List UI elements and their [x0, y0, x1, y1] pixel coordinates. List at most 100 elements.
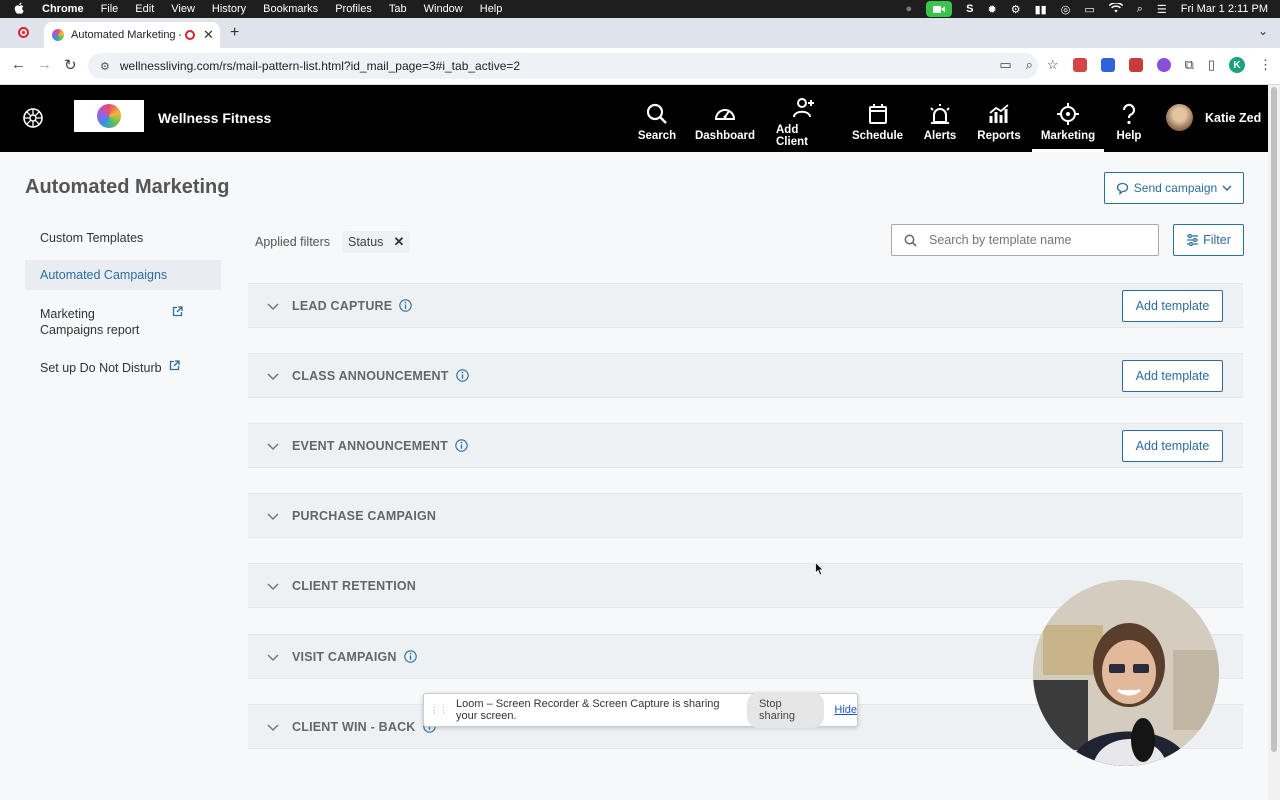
- nav-schedule-label: Schedule: [851, 129, 904, 142]
- brand-logo[interactable]: [74, 100, 144, 132]
- chevron-down-icon[interactable]: [266, 439, 280, 453]
- info-icon[interactable]: [403, 649, 417, 663]
- zoom-icon[interactable]: ⌕: [1026, 57, 1033, 73]
- nav-add-client[interactable]: Add Client: [776, 85, 831, 152]
- extension-3-icon[interactable]: [1128, 58, 1143, 72]
- menu-file[interactable]: File: [101, 3, 119, 15]
- chevron-down-icon[interactable]: [266, 579, 280, 593]
- battery-icon[interactable]: ▭: [1084, 3, 1094, 16]
- page-scrollbar[interactable]: [1268, 85, 1280, 800]
- hide-link[interactable]: Hide: [834, 704, 857, 716]
- address-bar[interactable]: ⚙ wellnessliving.com/rs/mail-pattern-lis…: [88, 53, 1038, 79]
- browser-toolbar: ← → ↻ ⚙ wellnessliving.com/rs/mail-patte…: [0, 48, 1280, 85]
- menu-tab[interactable]: Tab: [389, 3, 407, 15]
- chevron-down-icon[interactable]: [266, 720, 280, 734]
- extension-2-icon[interactable]: [1100, 58, 1115, 72]
- site-settings-icon[interactable]: ⚙: [100, 60, 110, 73]
- chevron-down-icon[interactable]: [266, 509, 280, 523]
- extension-1-icon[interactable]: [1072, 58, 1087, 72]
- nav-marketing[interactable]: Marketing: [1032, 85, 1104, 152]
- bookmark-star-icon[interactable]: ☆: [1047, 57, 1059, 73]
- airdrop-icon[interactable]: ◎: [1061, 3, 1071, 16]
- spotlight-search-icon[interactable]: ⌕: [1137, 3, 1143, 16]
- browser-menu-icon[interactable]: ⋮: [1259, 57, 1272, 73]
- sidebar-item-custom-templates[interactable]: Custom Templates: [25, 224, 221, 252]
- nav-marketing-label: Marketing: [1040, 129, 1096, 142]
- menu-view[interactable]: View: [171, 3, 195, 15]
- nav-search[interactable]: Search: [638, 85, 676, 152]
- user-menu[interactable]: Katie Zed: [1166, 104, 1261, 131]
- forward-arrow-icon[interactable]: →: [37, 56, 52, 73]
- browser-tab[interactable]: Automated Marketing - W ✕: [44, 22, 220, 48]
- campaign-section[interactable]: PURCHASE CAMPAIGN: [248, 493, 1243, 538]
- section-title: LEAD CAPTURE: [292, 298, 413, 313]
- nav-schedule[interactable]: Schedule: [851, 85, 904, 152]
- filter-button[interactable]: Filter: [1173, 224, 1244, 256]
- section-title-text: CLIENT WIN - BACK: [292, 719, 416, 734]
- profile-avatar[interactable]: K: [1229, 57, 1245, 73]
- screen-record-icon[interactable]: [926, 1, 953, 17]
- mouse-cursor-icon: [815, 562, 825, 576]
- back-arrow-icon[interactable]: ←: [11, 56, 26, 73]
- remove-filter-icon[interactable]: ✕: [393, 234, 404, 250]
- menubar-datetime[interactable]: Fri Mar 1 2:11 PM: [1181, 3, 1268, 15]
- scrollbar-thumb[interactable]: [1271, 87, 1277, 752]
- wifi-icon[interactable]: [1108, 1, 1123, 16]
- nav-alerts[interactable]: Alerts: [924, 85, 956, 152]
- campaign-section[interactable]: CLASS ANNOUNCEMENT Add template: [248, 353, 1243, 398]
- nav-dashboard[interactable]: Dashboard: [695, 85, 755, 152]
- extension-4-icon[interactable]: [1156, 58, 1171, 72]
- brightness-icon[interactable]: ✹: [988, 3, 997, 16]
- new-tab-icon[interactable]: +: [230, 24, 239, 42]
- brand-name[interactable]: Wellness Fitness: [158, 110, 271, 126]
- apple-icon[interactable]: [14, 2, 25, 17]
- camera-blocked-icon[interactable]: ▭: [999, 57, 1011, 73]
- control-center-icon[interactable]: ☰: [1157, 3, 1167, 16]
- menu-edit[interactable]: Edit: [135, 3, 154, 15]
- info-icon[interactable]: [399, 298, 413, 312]
- side-panel-icon[interactable]: ▯: [1208, 57, 1215, 73]
- sidebar-item-marketing-campaigns-report[interactable]: Marketing Campaigns report: [25, 300, 221, 344]
- menu-app-name[interactable]: Chrome: [42, 3, 84, 15]
- drag-handle-icon[interactable]: ⋮⋮: [430, 705, 448, 716]
- reload-icon[interactable]: ↻: [64, 56, 77, 74]
- microphone-icon[interactable]: ●: [906, 3, 913, 15]
- add-template-button[interactable]: Add template: [1122, 290, 1223, 322]
- stop-sharing-button[interactable]: Stop sharing: [746, 692, 825, 728]
- info-icon[interactable]: [455, 438, 468, 452]
- campaign-section[interactable]: LEAD CAPTURE Add template: [248, 283, 1243, 328]
- campaign-section[interactable]: EVENT ANNOUNCEMENT Add template: [248, 423, 1243, 468]
- add-template-button[interactable]: Add template: [1122, 360, 1223, 392]
- audio-icon[interactable]: ▮▮: [1035, 3, 1047, 16]
- chevron-down-icon[interactable]: [266, 369, 280, 383]
- nav-help[interactable]: Help: [1116, 85, 1142, 152]
- template-search-input[interactable]: [929, 233, 1139, 247]
- section-title-text: CLASS ANNOUNCEMENT: [292, 368, 449, 383]
- tab-list-chevron-icon[interactable]: ⌄: [1258, 24, 1268, 38]
- menu-help[interactable]: Help: [480, 3, 503, 15]
- status-tool-icon[interactable]: ⚙: [1011, 3, 1021, 16]
- section-title: CLIENT RETENTION: [292, 579, 416, 593]
- sidebar-item-automated-campaigns[interactable]: Automated Campaigns: [25, 260, 221, 290]
- extensions-puzzle-icon[interactable]: ⧉: [1185, 57, 1194, 73]
- send-campaign-button[interactable]: Send campaign: [1104, 172, 1244, 204]
- sidebar-item-do-not-disturb[interactable]: Set up Do Not Disturb: [25, 354, 221, 382]
- menu-bookmarks[interactable]: Bookmarks: [263, 3, 318, 15]
- calendar-icon: [868, 103, 887, 124]
- nav-reports[interactable]: Reports: [977, 85, 1021, 152]
- menu-profiles[interactable]: Profiles: [335, 3, 372, 15]
- applied-filters-label: Applied filters: [255, 235, 331, 249]
- menu-window[interactable]: Window: [424, 3, 463, 15]
- recording-indicator-icon[interactable]: [18, 27, 29, 38]
- menu-history[interactable]: History: [212, 3, 246, 15]
- main-menu-icon[interactable]: [22, 107, 44, 129]
- chevron-down-icon[interactable]: [266, 650, 280, 664]
- template-search[interactable]: [891, 224, 1159, 256]
- info-icon[interactable]: [455, 368, 469, 382]
- status-s-icon[interactable]: S: [966, 3, 973, 15]
- flower-logo-icon: [97, 104, 121, 128]
- tab-close-icon[interactable]: ✕: [203, 27, 214, 43]
- add-template-button[interactable]: Add template: [1122, 430, 1223, 462]
- chevron-down-icon[interactable]: [266, 299, 280, 313]
- loom-camera-bubble[interactable]: [1033, 580, 1219, 766]
